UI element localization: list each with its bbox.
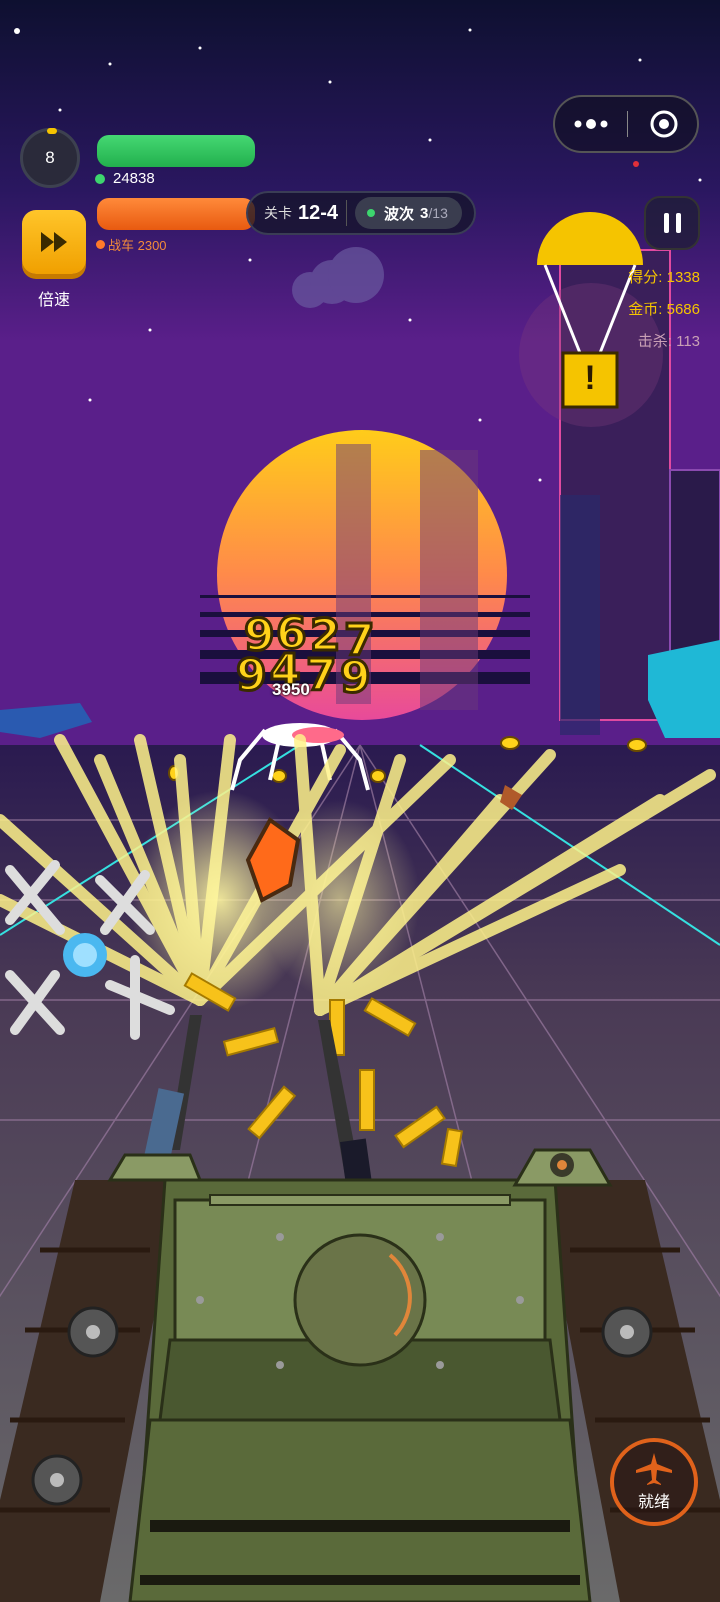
more-button[interactable] (555, 97, 627, 151)
stage-value: 12-4 (298, 201, 339, 224)
player-level-badge: 8 (20, 128, 80, 188)
more-dots-icon (574, 119, 608, 129)
pause-icon (675, 213, 681, 233)
gold-text: 金币: 5686 (628, 301, 700, 318)
airdrop-mark: ! (584, 359, 596, 397)
speed-label: 倍速 (37, 292, 70, 309)
wave-current: 3 (420, 204, 429, 222)
miniprogram-capsule (553, 95, 699, 153)
svg-text:7: 7 (306, 650, 337, 701)
chariot-dot-icon (96, 240, 105, 249)
hp-bar (97, 135, 255, 167)
airplane-icon (636, 1453, 672, 1485)
level-progress-marker (47, 128, 57, 134)
ready-label: 就绪 (637, 1494, 670, 1511)
chariot-label: 战车 2300 (108, 238, 167, 253)
hp-value: 24838 (113, 170, 155, 187)
target-icon (650, 110, 677, 138)
wave-dot-icon (367, 209, 376, 217)
kills-text: 击杀: 113 (637, 333, 700, 350)
wave-badge: 波次 3/13 (355, 197, 462, 229)
chariot-stat: 战车 2300 (96, 235, 167, 254)
svg-text:9: 9 (340, 652, 371, 703)
close-miniprogram-button[interactable] (628, 97, 699, 151)
stage-label: 关卡 (264, 205, 292, 221)
hp-dot-icon (95, 173, 105, 184)
score-text: 得分: 1338 (628, 269, 700, 286)
speed-button[interactable] (22, 210, 86, 274)
damage-number: 3950 (272, 680, 310, 699)
fast-forward-icon (41, 232, 67, 252)
wave-label: 波次 (384, 205, 415, 223)
stage-wave-indicator: 关卡 12-4 波次 3/13 (246, 191, 476, 235)
airstrike-ready-button[interactable]: 就绪 (610, 1438, 698, 1526)
divider (346, 200, 348, 226)
chariot-bar (97, 198, 255, 230)
notification-dot (633, 161, 639, 167)
hp-stat: 24838 (95, 170, 155, 187)
pause-icon (663, 213, 669, 233)
player-level: 8 (45, 148, 55, 167)
pause-button[interactable] (644, 196, 700, 250)
wave-total: /13 (428, 205, 448, 221)
svg-text:9: 9 (236, 650, 267, 701)
